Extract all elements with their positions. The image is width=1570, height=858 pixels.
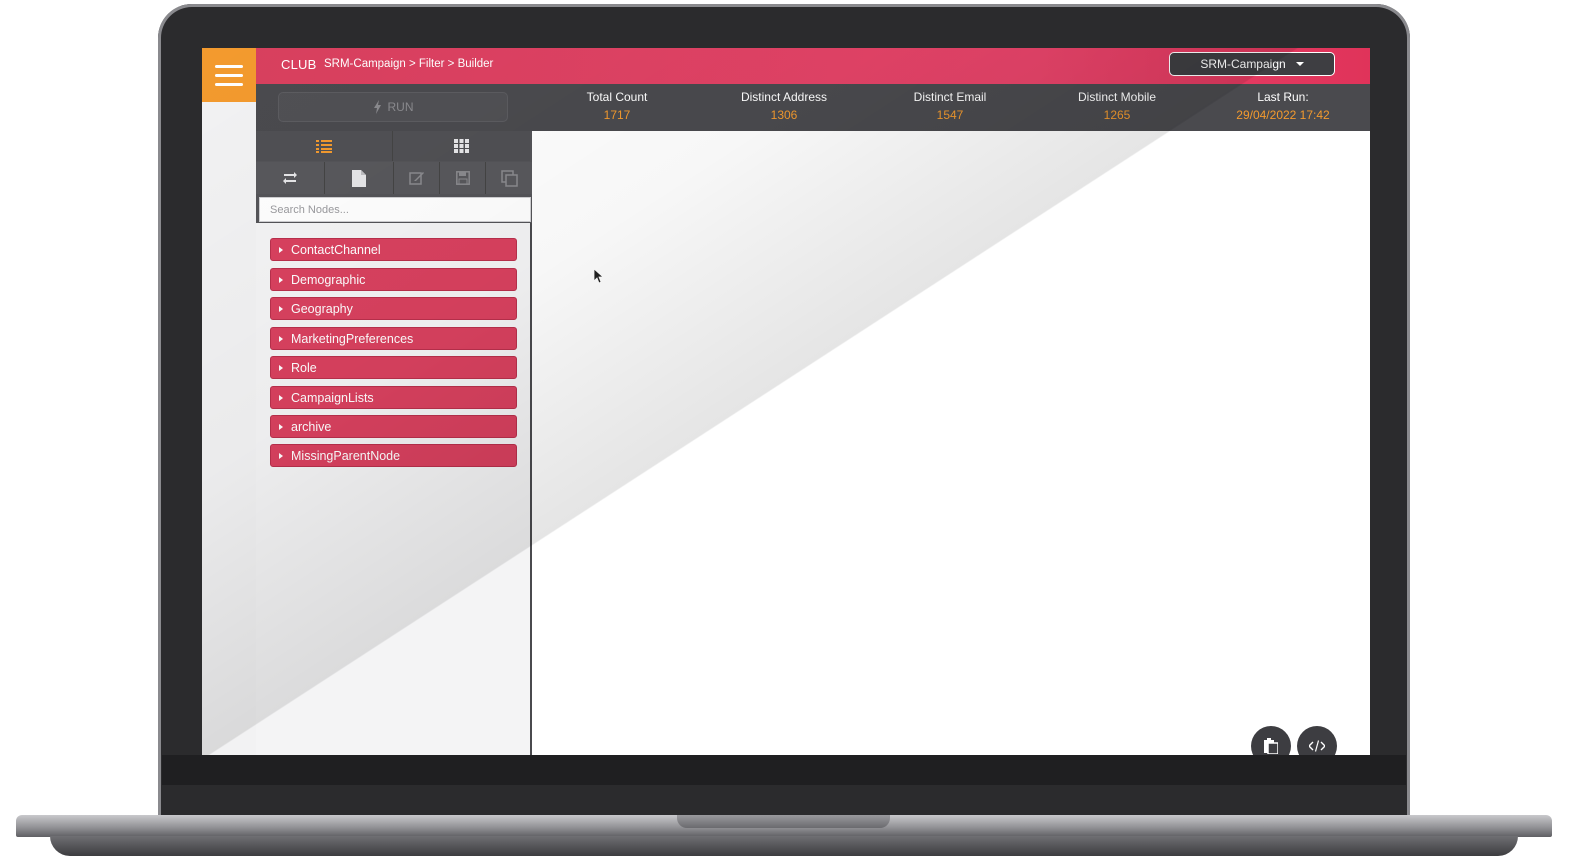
copy-button[interactable] (486, 162, 532, 194)
lightning-icon (373, 100, 381, 114)
stat-total-count: Total Count 1717 (542, 90, 692, 122)
search-nodes-input[interactable] (259, 197, 531, 222)
stat-value: 29/04/2022 17:42 (1236, 108, 1330, 122)
stat-last-run: Last Run: 29/04/2022 17:42 (1208, 90, 1358, 122)
breadcrumb: SRM-Campaign > Filter > Builder (324, 58, 494, 70)
node-label: ContactChannel (291, 242, 381, 257)
campaign-dropdown[interactable]: SRM-Campaign (1169, 52, 1335, 76)
file-icon (352, 169, 366, 187)
caret-right-icon (279, 276, 283, 283)
node-marketingpreferences[interactable]: MarketingPreferences (270, 327, 517, 350)
laptop-notch (677, 815, 890, 828)
cursor-icon (594, 269, 604, 284)
copy-icon (500, 169, 518, 187)
list-icon (316, 139, 332, 153)
caret-right-icon (279, 335, 283, 342)
caret-right-icon (279, 246, 283, 253)
node-label: CampaignLists (291, 390, 374, 405)
stat-value: 1306 (770, 108, 798, 122)
node-label: Role (291, 360, 317, 375)
node-label: MissingParentNode (291, 448, 401, 463)
node-demographic[interactable]: Demographic (270, 268, 517, 291)
node-label: Demographic (291, 272, 366, 287)
save-button[interactable] (440, 162, 486, 194)
node-role[interactable]: Role (270, 356, 517, 379)
edit-button[interactable] (394, 162, 440, 194)
node-label: MarketingPreferences (291, 331, 414, 346)
brand-label: CLUB (281, 57, 317, 72)
grid-view-button[interactable] (393, 131, 530, 161)
node-tree-panel: ContactChannel Demographic Geography Mar… (256, 223, 532, 755)
stat-label: Distinct Address (740, 90, 828, 104)
caret-right-icon (279, 423, 283, 430)
new-file-button[interactable] (325, 162, 394, 194)
node-missingparentnode[interactable]: MissingParentNode (270, 444, 517, 467)
edit-icon (408, 172, 424, 185)
stat-value: 1717 (603, 108, 631, 122)
top-bar: CLUB SRM-Campaign > Filter > Builder SRM… (256, 48, 1370, 84)
caret-right-icon (279, 394, 283, 401)
left-strip (202, 102, 256, 755)
builder-canvas[interactable] (533, 131, 1370, 755)
app-screen: CLUB SRM-Campaign > Filter > Builder SRM… (202, 48, 1370, 755)
run-button-label: RUN (387, 100, 414, 114)
caret-down-icon (1295, 62, 1304, 66)
laptop-chin (162, 755, 1406, 785)
caret-right-icon (279, 364, 283, 371)
campaign-dropdown-label: SRM-Campaign (1200, 57, 1286, 71)
stat-label: Last Run: (1257, 90, 1309, 104)
code-icon (1309, 740, 1325, 752)
stat-value: 1265 (1103, 108, 1131, 122)
hamburger-icon[interactable] (202, 48, 256, 102)
save-icon (455, 171, 470, 185)
refresh-icon (283, 172, 297, 184)
grid-icon (454, 139, 469, 153)
node-geography[interactable]: Geography (270, 297, 517, 320)
run-button[interactable]: RUN (278, 92, 508, 122)
node-archive[interactable]: archive (270, 415, 517, 438)
stat-value: 1547 (936, 108, 964, 122)
list-view-button[interactable] (256, 131, 393, 161)
node-campaignlists[interactable]: CampaignLists (270, 386, 517, 409)
caret-right-icon (279, 305, 283, 312)
stat-label: Total Count (586, 90, 648, 104)
stat-distinct-email: Distinct Email 1547 (875, 90, 1025, 122)
stat-distinct-mobile: Distinct Mobile 1265 (1042, 90, 1192, 122)
refresh-button[interactable] (256, 162, 325, 194)
node-contactchannel[interactable]: ContactChannel (270, 238, 517, 261)
stat-distinct-address: Distinct Address 1306 (709, 90, 859, 122)
clipboard-icon (1264, 738, 1278, 754)
stat-label: Distinct Mobile (1077, 90, 1157, 104)
laptop-base-bottom (50, 836, 1518, 856)
node-label: archive (291, 419, 332, 434)
stats-bar: RUN Total Count 1717 Distinct Address 13… (256, 84, 1370, 131)
stat-label: Distinct Email (913, 90, 987, 104)
caret-right-icon (279, 452, 283, 459)
node-label: Geography (291, 301, 353, 316)
